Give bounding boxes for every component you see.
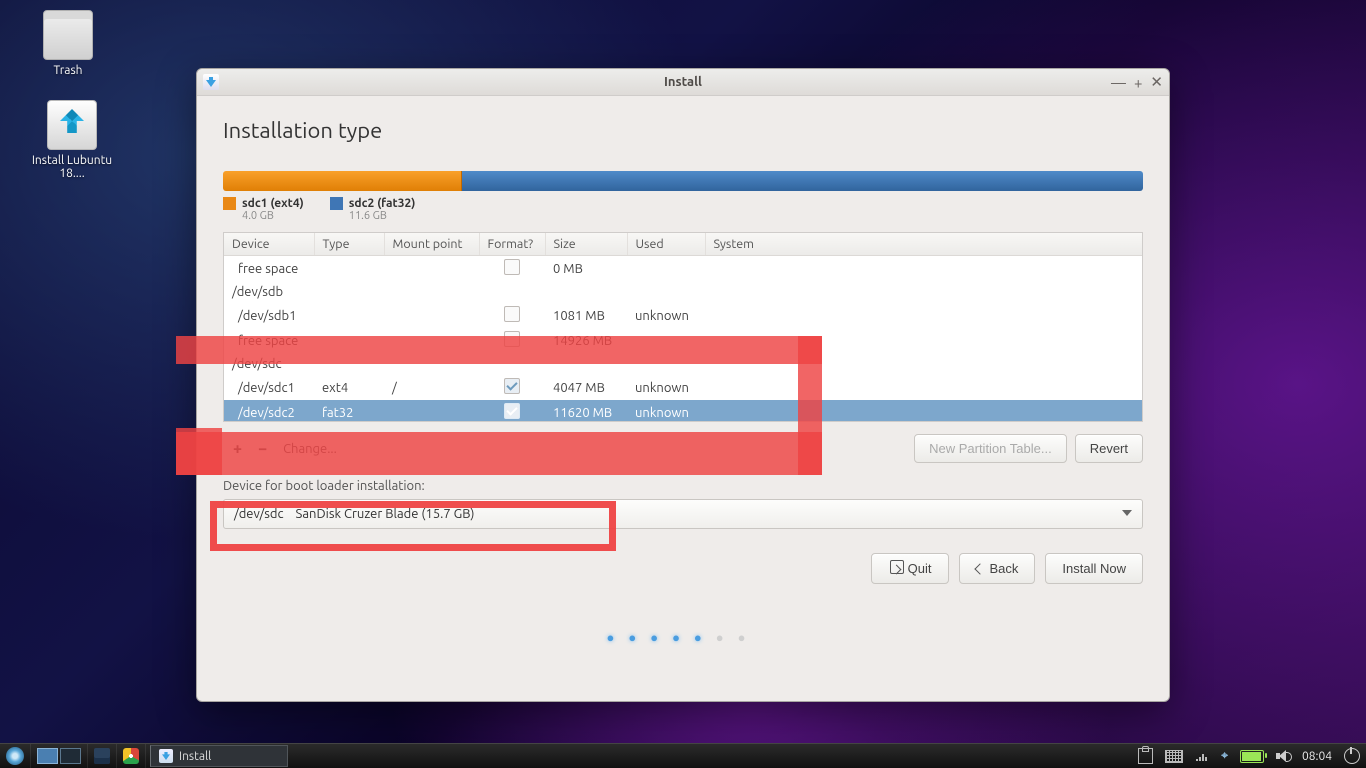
app-icon: [159, 749, 173, 763]
legend-size: 11.6 GB: [349, 210, 416, 222]
back-button[interactable]: Back: [959, 553, 1036, 584]
window-title: Install: [197, 75, 1169, 89]
tray-battery[interactable]: [1234, 750, 1270, 763]
quit-button[interactable]: Quit: [871, 553, 949, 584]
tray-bluetooth[interactable]: ⌖: [1215, 749, 1234, 763]
maximize-button[interactable]: +: [1134, 74, 1142, 91]
th-device[interactable]: Device: [224, 233, 314, 256]
speaker-icon: [1276, 749, 1290, 763]
start-menu-button[interactable]: [0, 744, 31, 768]
keyboard-icon: [1165, 750, 1183, 763]
th-mount[interactable]: Mount point: [384, 233, 479, 256]
tray-sound[interactable]: [1270, 749, 1296, 763]
lubuntu-logo-icon: [6, 747, 24, 765]
th-type[interactable]: Type: [314, 233, 384, 256]
install-now-button[interactable]: Install Now: [1045, 553, 1143, 584]
chevron-down-icon: [1122, 510, 1132, 516]
show-desktop-button[interactable]: [31, 744, 88, 768]
titlebar[interactable]: Install — + ✕: [197, 69, 1169, 96]
table-row[interactable]: /dev/sdc1ext4/4047 MBunknown: [224, 375, 1142, 400]
quit-icon: [888, 560, 902, 577]
tray-clock[interactable]: 08:04: [1296, 750, 1338, 763]
system-tray: ⌖ 08:04: [1132, 744, 1366, 768]
network-icon: [1195, 749, 1209, 763]
new-partition-table-button[interactable]: New Partition Table...: [914, 434, 1067, 463]
step-indicator: ●●●●●●●: [223, 630, 1143, 645]
close-button[interactable]: ✕: [1150, 73, 1163, 91]
table-row[interactable]: free space14926 MB: [224, 328, 1142, 353]
desktop-icon-trash[interactable]: Trash: [24, 10, 112, 77]
desktop-icon-label: Trash: [24, 64, 112, 77]
taskbar-app-install[interactable]: Install: [150, 745, 288, 767]
legend-name: sdc1 (ext4): [242, 197, 304, 210]
table-row[interactable]: /dev/sdb: [224, 281, 1142, 303]
installer-icon: [47, 100, 97, 150]
tray-clipboard[interactable]: [1132, 748, 1159, 764]
clipboard-icon: [1138, 748, 1153, 764]
partition-table[interactable]: Device Type Mount point Format? Size Use…: [223, 232, 1143, 422]
page-heading: Installation type: [223, 118, 1143, 143]
table-row[interactable]: /dev/sdb11081 MBunknown: [224, 303, 1142, 328]
partition-usage-bar: [223, 171, 1143, 191]
table-row[interactable]: free space0 MB: [224, 256, 1142, 282]
legend-item-sdc2: sdc2 (fat32) 11.6 GB: [330, 197, 416, 222]
format-checkbox[interactable]: [504, 403, 520, 419]
file-manager-icon: [94, 748, 110, 764]
partition-legend: sdc1 (ext4) 4.0 GB sdc2 (fat32) 11.6 GB: [223, 197, 1143, 222]
th-used[interactable]: Used: [627, 233, 705, 256]
browser-launcher[interactable]: [117, 744, 146, 768]
bootloader-device-select[interactable]: /dev/sdc SanDisk Cruzer Blade (15.7 GB): [223, 499, 1143, 529]
th-size[interactable]: Size: [545, 233, 627, 256]
table-header-row: Device Type Mount point Format? Size Use…: [224, 233, 1142, 256]
th-system[interactable]: System: [705, 233, 1142, 256]
bootloader-desc: SanDisk Cruzer Blade (15.7 GB): [296, 507, 475, 521]
tray-network[interactable]: [1189, 749, 1215, 763]
format-checkbox[interactable]: [504, 331, 520, 347]
partition-seg-sdc1: [223, 171, 462, 191]
chevron-left-icon: [976, 561, 984, 576]
bluetooth-icon: ⌖: [1221, 749, 1228, 763]
file-manager-launcher[interactable]: [88, 744, 117, 768]
bootloader-label: Device for boot loader installation:: [223, 479, 1143, 493]
format-checkbox[interactable]: [504, 378, 520, 394]
minimize-button[interactable]: —: [1111, 74, 1126, 91]
legend-name: sdc2 (fat32): [349, 197, 416, 210]
table-row[interactable]: /dev/sdc2fat3211620 MBunknown: [224, 400, 1142, 422]
power-icon: [1344, 748, 1360, 764]
change-partition-button[interactable]: Change...: [283, 442, 337, 456]
table-row[interactable]: /dev/sdc: [224, 353, 1142, 375]
revert-button[interactable]: Revert: [1075, 434, 1143, 463]
legend-size: 4.0 GB: [242, 210, 304, 222]
taskbar[interactable]: Install ⌖ 08:04: [0, 743, 1366, 768]
desktop-icon-label: Install Lubuntu 18....: [24, 154, 120, 180]
taskbar-app-label: Install: [179, 750, 211, 763]
partition-seg-sdc2: [462, 171, 1143, 191]
remove-partition-button[interactable]: −: [258, 440, 267, 458]
add-partition-button[interactable]: +: [233, 440, 242, 458]
chromium-icon: [123, 748, 139, 764]
format-checkbox[interactable]: [504, 306, 520, 322]
legend-item-sdc1: sdc1 (ext4) 4.0 GB: [223, 197, 304, 222]
battery-icon: [1240, 750, 1264, 763]
tray-keyboard[interactable]: [1159, 750, 1189, 763]
legend-swatch-ext4: [223, 197, 236, 210]
format-checkbox[interactable]: [504, 259, 520, 275]
install-window: Install — + ✕ Installation type sdc1 (ex…: [196, 68, 1170, 702]
legend-swatch-fat32: [330, 197, 343, 210]
desktop-icon-installer[interactable]: Install Lubuntu 18....: [24, 100, 120, 180]
th-format[interactable]: Format?: [479, 233, 545, 256]
bootloader-device: /dev/sdc: [234, 507, 284, 521]
trash-icon: [43, 10, 93, 60]
tray-power[interactable]: [1338, 748, 1366, 764]
